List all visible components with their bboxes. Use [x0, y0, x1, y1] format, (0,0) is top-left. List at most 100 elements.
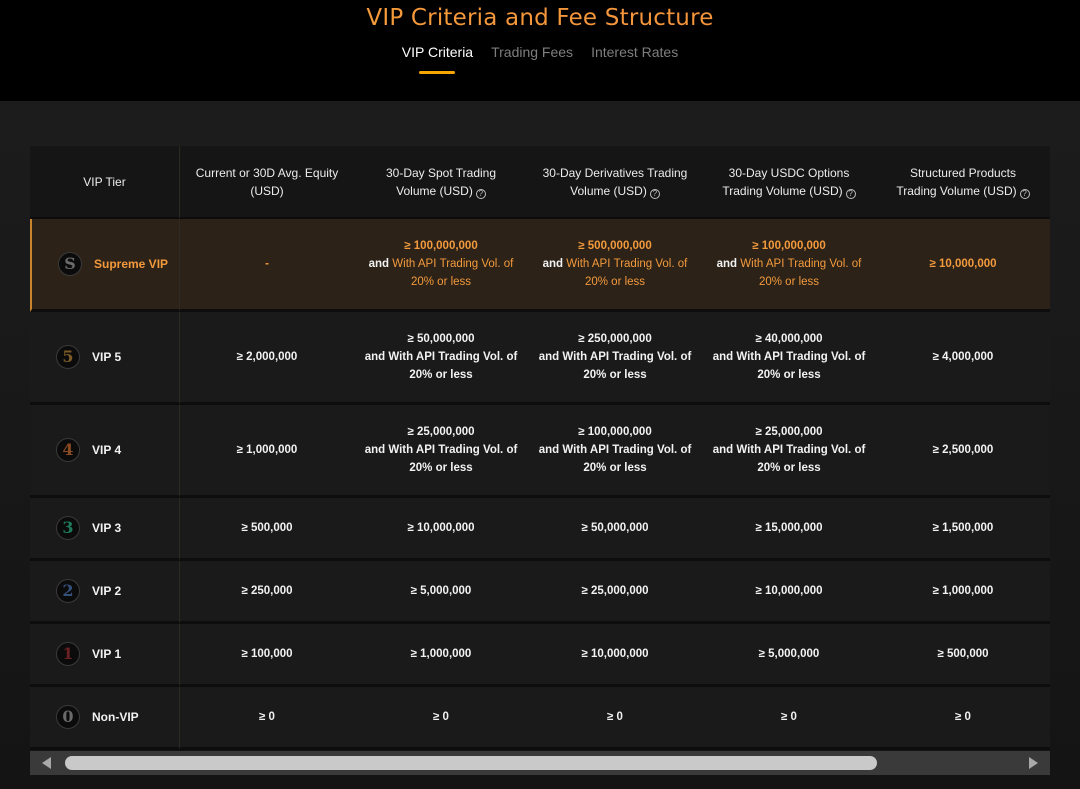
tier-cell: 1 VIP 1: [30, 624, 180, 687]
cell-structured: ≥ 0: [876, 687, 1050, 750]
tier-wrapper: 1 VIP 1: [56, 642, 179, 666]
api-or-less: or less: [609, 369, 647, 381]
api-or-less: or less: [785, 276, 820, 288]
column-header: Current or 30D Avg. Equity (USD): [180, 146, 354, 219]
api-trading-vol: Trading Vol. of: [438, 351, 518, 363]
api-and: and: [542, 258, 564, 270]
tier-badge-icon: 4: [56, 438, 80, 462]
api-with: With API: [736, 444, 784, 456]
cell-value: ≥ 10,000,000: [581, 648, 649, 660]
cell-value: -: [265, 258, 269, 270]
tab-vip-criteria[interactable]: VIP Criteria: [402, 44, 473, 74]
cell-value: ≥ 25,000,000: [755, 426, 823, 438]
column-header-line1: 30-Day USDC Options: [728, 165, 850, 180]
cell-spot: ≥ 5,000,000: [354, 561, 528, 624]
cell-structured: ≥ 1,000,000: [876, 561, 1050, 624]
api-trading-vol: Trading Vol. of: [613, 258, 688, 270]
cell-value: ≥ 500,000,000: [578, 240, 652, 252]
cell-equity: ≥ 100,000: [180, 624, 354, 687]
help-icon[interactable]: ?: [1019, 188, 1030, 199]
cell-value: ≥ 1,000,000: [932, 585, 994, 597]
table-row: 4 VIP 4 ≥ 1,000,000 ≥ 25,000,000 and With AP…: [30, 405, 1050, 498]
cell-value: ≥ 0: [955, 711, 971, 723]
column-header: VIP Tier: [30, 146, 180, 219]
api-with: With API: [562, 351, 610, 363]
api-or-less: or less: [609, 462, 647, 474]
api-with: With API: [392, 258, 437, 270]
api-trading-vol: Trading Vol. of: [786, 444, 866, 456]
page-title: VIP Criteria and Fee Structure: [0, 5, 1080, 31]
api-trading-vol: Trading Vol. of: [439, 258, 514, 270]
column-header: 30-Day Derivatives Trading Volume (USD)?: [528, 146, 702, 219]
api-trading-vol: Trading Vol. of: [438, 444, 518, 456]
cell-equity: ≥ 250,000: [180, 561, 354, 624]
table-row: 0 Non-VIP ≥ 0 ≥ 0 ≥ 0 ≥ 0 ≥ 0: [30, 687, 1050, 750]
cell-value: ≥ 50,000,000: [407, 333, 475, 345]
tier-badge-icon: 1: [56, 642, 80, 666]
help-icon[interactable]: ?: [845, 188, 856, 199]
api-percent: 20%: [409, 369, 433, 381]
scroll-right-arrow-icon[interactable]: [1029, 757, 1038, 769]
cell-value: ≥ 0: [259, 711, 275, 723]
api-percent: 20%: [409, 462, 433, 474]
cell-value: ≥ 25,000,000: [407, 426, 475, 438]
cell-spot: ≥ 25,000,000 and With API Trading Vol. of…: [354, 405, 528, 498]
cell-value: ≥ 10,000,000: [929, 258, 997, 270]
tier-wrapper: 0 Non-VIP: [56, 705, 179, 729]
tier-cell: 2 VIP 2: [30, 561, 180, 624]
cell-value: ≥ 100,000: [241, 648, 293, 660]
cell-value: ≥ 1,000,000: [236, 444, 298, 456]
cell-value: ≥ 10,000,000: [407, 522, 475, 534]
help-icon[interactable]: ?: [649, 188, 660, 199]
horizontal-scrollbar[interactable]: [30, 751, 1050, 775]
column-header: Structured Products Trading Volume (USD)?: [876, 146, 1050, 219]
column-header: 30-Day Spot Trading Volume (USD)?: [354, 146, 528, 219]
cell-value: ≥ 500,000: [937, 648, 989, 660]
cell-value: ≥ 250,000: [241, 585, 293, 597]
scrollbar-thumb[interactable]: [65, 756, 877, 770]
column-header-line2: Trading Volume (USD): [722, 183, 843, 198]
api-or-less: or less: [435, 462, 473, 474]
cell-derivatives: ≥ 500,000,000 and With API Trading Vol. o…: [528, 219, 702, 312]
tab-interest-rates[interactable]: Interest Rates: [591, 44, 678, 74]
help-icon[interactable]: ?: [475, 188, 486, 199]
tier-name: VIP 1: [92, 647, 122, 661]
api-or-less: or less: [783, 462, 821, 474]
tab-trading-fees[interactable]: Trading Fees: [491, 44, 573, 74]
cell-options: ≥ 10,000,000: [702, 561, 876, 624]
column-header-line2: Volume (USD): [396, 183, 473, 198]
tier-cell: S Supreme VIP: [30, 219, 180, 312]
api-or-less: or less: [437, 276, 472, 288]
vip-criteria-table: VIP Tier Current or 30D Avg. Equity (USD) 3…: [30, 146, 1050, 751]
tier-wrapper: 4 VIP 4: [56, 438, 179, 462]
table-header-row: VIP Tier Current or 30D Avg. Equity (USD) 3…: [30, 146, 1050, 219]
api-or-less: or less: [783, 369, 821, 381]
cell-value: ≥ 50,000,000: [581, 522, 649, 534]
api-trading-vol: Trading Vol. of: [612, 351, 692, 363]
cell-value: ≥ 100,000,000: [404, 240, 478, 252]
cell-structured: ≥ 1,500,000: [876, 498, 1050, 561]
api-with: With API: [388, 444, 436, 456]
scroll-left-arrow-icon[interactable]: [42, 757, 51, 769]
cell-value: ≥ 4,000,000: [932, 351, 994, 363]
cell-structured: ≥ 500,000: [876, 624, 1050, 687]
tier-badge-icon: 5: [56, 345, 80, 369]
column-header-line1: 30-Day Spot Trading: [385, 165, 497, 180]
api-or-less: or less: [435, 369, 473, 381]
api-percent: 20%: [757, 462, 781, 474]
api-and: and: [538, 444, 560, 456]
tier-name: VIP 4: [92, 443, 122, 457]
cell-value: ≥ 10,000,000: [755, 585, 823, 597]
cell-options: ≥ 40,000,000 and With API Trading Vol. of…: [702, 312, 876, 405]
cell-spot: ≥ 1,000,000: [354, 624, 528, 687]
cell-structured: ≥ 2,500,000: [876, 405, 1050, 498]
cell-structured: ≥ 10,000,000: [876, 219, 1050, 312]
column-header-line1: Structured Products: [909, 165, 1017, 180]
tier-badge-icon: S: [58, 252, 82, 276]
cell-spot: ≥ 50,000,000 and With API Trading Vol. of…: [354, 312, 528, 405]
column-header-line2: (USD): [250, 183, 284, 198]
api-trading-vol: Trading Vol. of: [786, 351, 866, 363]
cell-value: ≥ 500,000: [241, 522, 293, 534]
tab-bar: VIP Criteria Trading Fees Interest Rates: [0, 44, 1080, 74]
cell-value: ≥ 2,000,000: [236, 351, 298, 363]
